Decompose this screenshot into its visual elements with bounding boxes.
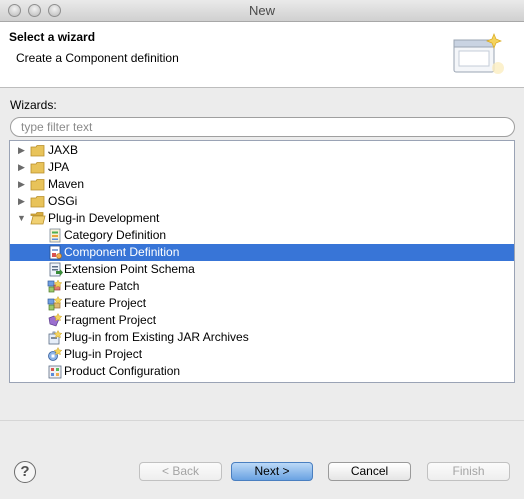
expand-arrow-icon[interactable]: ▶ — [16, 162, 27, 173]
category-definition-icon — [49, 228, 61, 243]
page-description: Create a Component definition — [16, 51, 179, 65]
tree-item-component-definition[interactable]: Component Definition — [10, 244, 514, 261]
tree-item-osgi[interactable]: ▶ OSGi — [10, 193, 514, 210]
expand-arrow-icon[interactable]: ▶ — [16, 145, 27, 156]
tree-item-label: Plug-in from Existing JAR Archives — [64, 330, 249, 344]
cancel-button[interactable]: Cancel — [328, 462, 411, 481]
plugin-project-icon — [48, 347, 63, 361]
tree-item-label: Fragment Project — [64, 313, 157, 327]
feature-patch-icon — [47, 279, 63, 293]
open-folder-icon — [30, 212, 46, 225]
plugin-from-jar-icon — [48, 330, 63, 345]
tree-item-label: Category Definition — [64, 228, 167, 242]
tree-item-label: Feature Patch — [64, 279, 140, 293]
tree-item-label: Product Configuration — [64, 364, 181, 378]
tree-item-label: OSGi — [48, 194, 78, 208]
filter-input[interactable] — [10, 117, 515, 137]
folder-icon — [30, 162, 45, 174]
tree-item-label: Extension Point Schema — [64, 262, 195, 276]
tree-item-label: Feature Project — [64, 296, 147, 310]
tree-item-extension-point-schema[interactable]: Extension Point Schema — [10, 261, 514, 278]
tree-item-maven[interactable]: ▶ Maven — [10, 176, 514, 193]
tree-item-feature-patch[interactable]: Feature Patch — [10, 278, 514, 295]
tree-item-product-configuration[interactable]: Product Configuration — [10, 363, 514, 380]
tree-item-label: JPA — [48, 160, 70, 174]
tree-item-label: JAXB — [48, 143, 79, 157]
new-wizard-banner-icon — [453, 33, 504, 74]
tree-item-plugin-project[interactable]: Plug-in Project — [10, 346, 514, 363]
finish-button[interactable]: Finish — [427, 462, 510, 481]
folder-icon — [30, 179, 45, 191]
page-title: Select a wizard — [9, 30, 96, 44]
tree-item-category-definition[interactable]: Category Definition — [10, 227, 514, 244]
component-definition-icon — [49, 245, 62, 260]
next-button[interactable]: Next > — [231, 462, 313, 481]
tree-item-jaxb[interactable]: ▶ JAXB — [10, 142, 514, 159]
tree-item-label: Maven — [48, 177, 85, 191]
extension-point-schema-icon — [49, 262, 63, 277]
collapse-arrow-icon[interactable]: ▼ — [16, 213, 27, 224]
window-title: New — [248, 3, 275, 18]
tree-item-label: Plug-in Project — [64, 347, 143, 361]
tree-item-plugin-from-jar[interactable]: Plug-in from Existing JAR Archives — [10, 329, 514, 346]
tree-item-label: Component Definition — [64, 245, 180, 259]
tree-item-fragment-project[interactable]: Fragment Project — [10, 312, 514, 329]
help-icon[interactable]: ? — [14, 461, 36, 483]
back-button[interactable]: < Back — [139, 462, 222, 481]
tree-item-jpa[interactable]: ▶ JPA — [10, 159, 514, 176]
feature-project-icon — [47, 296, 63, 311]
window-titlebar: New — [0, 0, 524, 22]
tree-item-label: Plug-in Development — [48, 211, 160, 225]
wizards-label: Wizards: — [10, 98, 57, 112]
expand-arrow-icon[interactable]: ▶ — [16, 179, 27, 190]
fragment-project-icon — [48, 313, 63, 327]
bottom-separator — [0, 420, 524, 421]
expand-arrow-icon[interactable]: ▶ — [16, 196, 27, 207]
tree-item-feature-project[interactable]: Feature Project — [10, 295, 514, 312]
product-configuration-icon — [48, 365, 62, 379]
folder-icon — [30, 145, 45, 157]
folder-icon — [30, 196, 45, 208]
tree-item-plugin-development[interactable]: ▼ Plug-in Development — [10, 210, 514, 227]
wizard-tree[interactable]: ▶ JAXB ▶ JPA ▶ Maven ▶ OSGi ▼ Plug-in De… — [9, 140, 515, 383]
wizard-header: Select a wizard Create a Component defin… — [0, 22, 524, 88]
